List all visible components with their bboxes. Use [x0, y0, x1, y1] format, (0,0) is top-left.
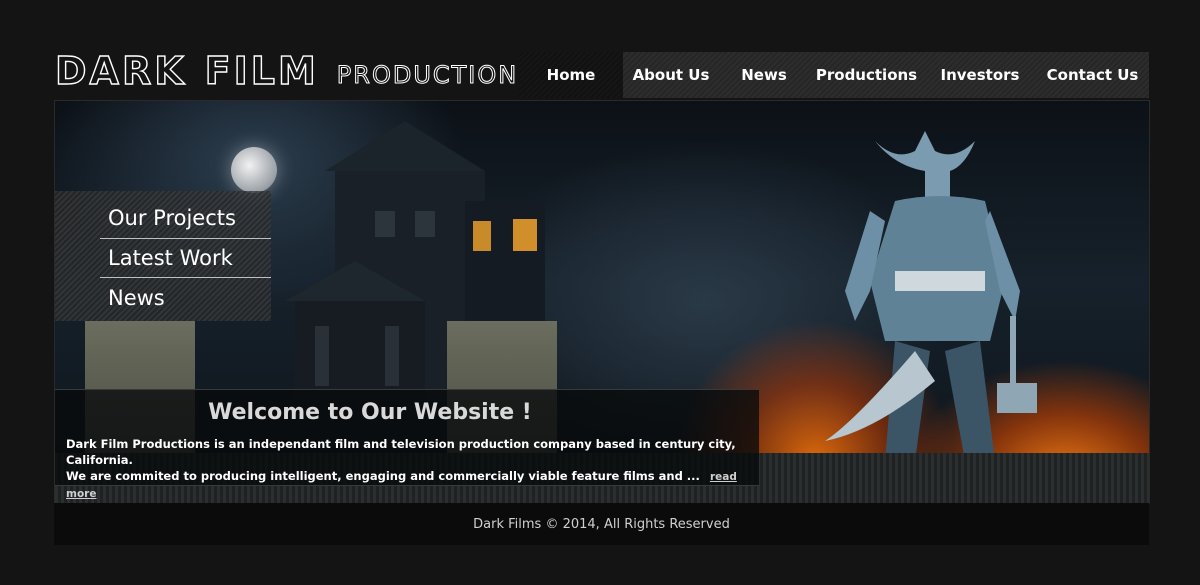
side-menu: Our Projects Latest Work News: [55, 191, 271, 321]
welcome-panel: Welcome to Our Website ! Dark Film Produ…: [55, 389, 759, 500]
welcome-line-2: We are commited to producing intelligent…: [66, 469, 700, 483]
side-menu-latest-work[interactable]: Latest Work: [100, 238, 271, 277]
nav-contact-us[interactable]: Contact Us: [1036, 52, 1149, 98]
site-logo[interactable]: Dark Film Productions: [54, 49, 536, 93]
nav-news[interactable]: News: [719, 52, 809, 98]
side-menu-news[interactable]: News: [100, 278, 271, 317]
copyright-text: Dark Films © 2014, All Rights Reserved: [473, 516, 730, 532]
hero-banner: Our Projects Latest Work News Welcome to…: [54, 100, 1150, 504]
nav-investors[interactable]: Investors: [924, 52, 1036, 98]
logo-word-productions: Productions: [336, 61, 536, 90]
nav-about-us[interactable]: About Us: [623, 52, 719, 98]
moon-image: [231, 147, 277, 193]
side-menu-our-projects[interactable]: Our Projects: [100, 198, 271, 237]
welcome-description: Dark Film Productions is an independant …: [66, 436, 756, 502]
main-navigation: Home About Us News Productions Investors…: [519, 52, 1149, 98]
nav-productions[interactable]: Productions: [809, 52, 924, 98]
creature-image: [825, 131, 1037, 461]
footer: Dark Films © 2014, All Rights Reserved: [54, 503, 1149, 545]
welcome-line-1: Dark Film Productions is an independant …: [66, 437, 736, 467]
logo-word-film: Film: [204, 49, 319, 93]
welcome-title: Welcome to Our Website !: [208, 400, 532, 425]
logo-word-dark: Dark: [54, 49, 187, 93]
nav-home[interactable]: Home: [519, 52, 623, 98]
